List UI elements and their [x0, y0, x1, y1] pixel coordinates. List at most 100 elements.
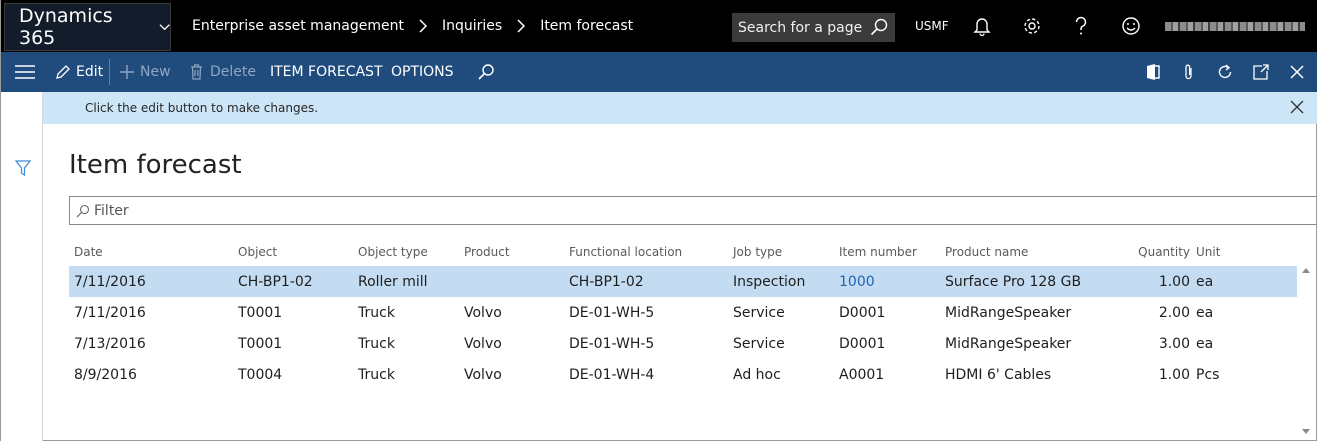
- cell-functional-location: DE-01-WH-5: [569, 304, 655, 321]
- bell-icon[interactable]: [971, 15, 993, 37]
- breadcrumb: Enterprise asset management Inquiries It…: [192, 0, 633, 52]
- close-icon[interactable]: [1288, 63, 1306, 81]
- cell-job-type: Inspection: [733, 273, 806, 290]
- plus-icon: [120, 65, 134, 79]
- breadcrumb-current: Item forecast: [540, 18, 634, 34]
- cell-item-number-link[interactable]: 1000: [839, 266, 875, 297]
- new-button[interactable]: New: [120, 52, 171, 92]
- cell-quantity: 2.00: [1158, 304, 1190, 321]
- cell-unit: ea: [1196, 304, 1214, 321]
- attachment-icon[interactable]: [1180, 63, 1198, 81]
- company-selector[interactable]: USMF: [915, 0, 949, 52]
- cell-product: Volvo: [464, 335, 502, 352]
- grid-scrollbar[interactable]: [1299, 266, 1315, 436]
- column-header-item-number[interactable]: Item number: [839, 238, 917, 266]
- table-row[interactable]: 7/11/2016 CH-BP1-02 Roller mill CH-BP1-0…: [69, 266, 1297, 297]
- cell-quantity: 1.00: [1158, 366, 1190, 383]
- breadcrumb-module[interactable]: Enterprise asset management: [192, 18, 404, 34]
- table-row[interactable]: 7/13/2016 T0001 Truck Volvo DE-01-WH-5 S…: [69, 328, 1297, 359]
- chevron-down-icon: [159, 24, 170, 31]
- cell-job-type: Ad hoc: [733, 366, 781, 383]
- cell-date: 7/13/2016: [74, 335, 146, 352]
- pencil-icon: [56, 65, 70, 79]
- user-name-redacted[interactable]: [1165, 22, 1305, 31]
- scroll-up-arrow-icon[interactable]: [1302, 268, 1310, 273]
- scroll-down-arrow-icon[interactable]: [1302, 429, 1310, 434]
- cell-object: T0001: [238, 304, 283, 321]
- grid-header: Date Object Object type Product Function…: [69, 238, 1297, 266]
- message-bar: Click the edit button to make changes.: [43, 92, 1317, 124]
- app-window: Dynamics 365 Enterprise asset management…: [0, 0, 1317, 441]
- cell-product: Volvo: [464, 366, 502, 383]
- office-icon[interactable]: [1144, 63, 1162, 81]
- cell-object: T0001: [238, 335, 283, 352]
- help-icon[interactable]: [1070, 15, 1092, 37]
- cell-product-name: MidRangeSpeaker: [945, 304, 1072, 321]
- search-icon: [76, 204, 90, 218]
- column-header-product-name[interactable]: Product name: [945, 238, 1028, 266]
- cell-unit: ea: [1196, 335, 1214, 352]
- new-label: New: [140, 64, 171, 80]
- search-placeholder: Search for a page: [738, 19, 863, 36]
- hamburger-menu-icon[interactable]: [15, 65, 35, 79]
- column-header-functional-location[interactable]: Functional location: [569, 238, 682, 266]
- action-pane: Edit New Delete ITEM FORECAST OPTIONS: [1, 52, 1317, 92]
- column-header-product[interactable]: Product: [464, 238, 510, 266]
- cell-quantity: 1.00: [1158, 273, 1190, 290]
- cell-date: 8/9/2016: [74, 366, 137, 383]
- cell-object: CH-BP1-02: [238, 273, 313, 290]
- cell-date: 7/11/2016: [74, 273, 146, 290]
- top-navigation-bar: Dynamics 365 Enterprise asset management…: [1, 0, 1317, 52]
- chevron-right-icon: [418, 19, 428, 33]
- page-search-input[interactable]: Search for a page: [732, 13, 895, 42]
- cell-object-type: Truck: [358, 304, 395, 321]
- cell-functional-location: DE-01-WH-5: [569, 335, 655, 352]
- close-message-icon[interactable]: [1290, 100, 1304, 114]
- cell-product: Volvo: [464, 304, 502, 321]
- refresh-icon[interactable]: [1216, 63, 1234, 81]
- cell-unit: Pcs: [1196, 366, 1220, 383]
- delete-label: Delete: [210, 64, 256, 80]
- delete-button[interactable]: Delete: [190, 52, 256, 92]
- app-switcher[interactable]: Dynamics 365: [4, 3, 171, 51]
- column-header-unit[interactable]: Unit: [1196, 238, 1220, 266]
- trash-icon: [191, 64, 202, 80]
- filter-funnel-icon[interactable]: [15, 160, 31, 176]
- cell-product-name: MidRangeSpeaker: [945, 335, 1072, 352]
- app-title: Dynamics 365: [19, 5, 113, 49]
- column-header-job-type[interactable]: Job type: [733, 238, 782, 266]
- filter-placeholder: Filter: [94, 202, 129, 219]
- gear-icon[interactable]: [1021, 15, 1043, 37]
- page-title: Item forecast: [69, 150, 242, 180]
- table-row[interactable]: 7/11/2016 T0001 Truck Volvo DE-01-WH-5 S…: [69, 297, 1297, 328]
- breadcrumb-section[interactable]: Inquiries: [442, 18, 502, 34]
- open-new-window-icon[interactable]: [1252, 63, 1270, 81]
- options-tab[interactable]: OPTIONS: [391, 52, 454, 92]
- grid-filter-input[interactable]: Filter: [69, 196, 1317, 225]
- cell-job-type: Service: [733, 304, 785, 321]
- action-search-icon[interactable]: [477, 52, 495, 92]
- search-icon[interactable]: [869, 17, 889, 37]
- cell-item-number: D0001: [839, 304, 886, 321]
- cell-functional-location: DE-01-WH-4: [569, 366, 655, 383]
- edit-button[interactable]: Edit: [55, 52, 103, 92]
- chevron-right-icon: [516, 19, 526, 33]
- column-header-object[interactable]: Object: [238, 238, 277, 266]
- column-header-quantity[interactable]: Quantity: [1109, 238, 1190, 266]
- cell-date: 7/11/2016: [74, 304, 146, 321]
- cell-object: T0004: [238, 366, 283, 383]
- column-header-object-type[interactable]: Object type: [358, 238, 428, 266]
- item-forecast-grid: Date Object Object type Product Function…: [69, 238, 1297, 390]
- cell-job-type: Service: [733, 335, 785, 352]
- feedback-smiley-icon[interactable]: [1120, 15, 1142, 37]
- cell-item-number: D0001: [839, 335, 886, 352]
- filter-pane-strip: [1, 92, 43, 441]
- table-row[interactable]: 8/9/2016 T0004 Truck Volvo DE-01-WH-4 Ad…: [69, 359, 1297, 390]
- edit-label: Edit: [76, 64, 104, 80]
- item-forecast-tab[interactable]: ITEM FORECAST: [270, 52, 383, 92]
- cell-object-type: Truck: [358, 366, 395, 383]
- cell-product-name: Surface Pro 128 GB: [945, 273, 1082, 290]
- cell-object-type: Roller mill: [358, 273, 428, 290]
- cell-functional-location: CH-BP1-02: [569, 273, 644, 290]
- column-header-date[interactable]: Date: [74, 238, 103, 266]
